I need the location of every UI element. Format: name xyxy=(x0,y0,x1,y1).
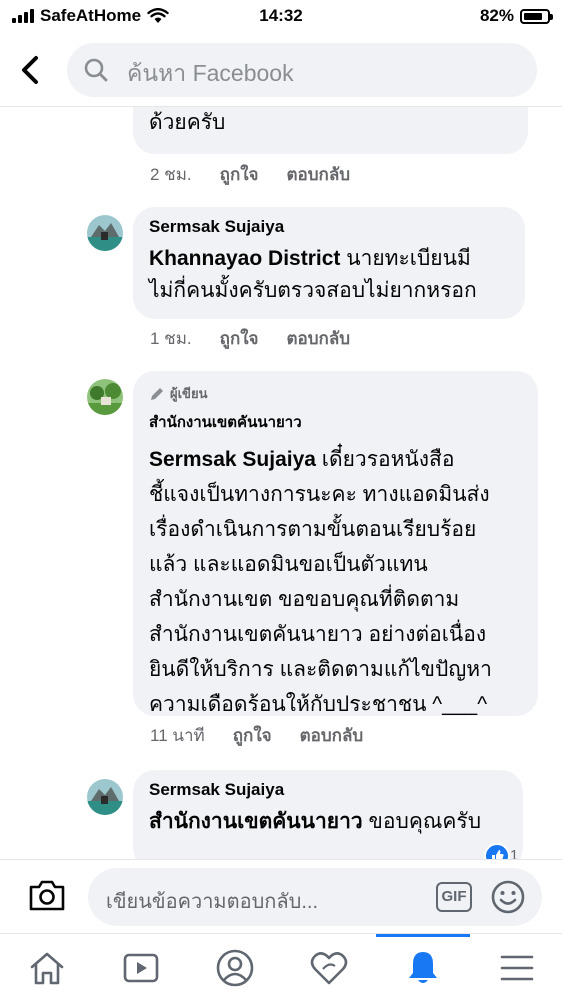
comment-time: 1 ชม. xyxy=(150,329,192,348)
home-icon xyxy=(30,952,64,984)
author-badge: ผู้เขียน xyxy=(149,383,522,404)
avatar[interactable] xyxy=(87,779,123,815)
comment-text: ด้วยครับ xyxy=(149,111,226,134)
reply-composer: เขียนข้อความตอบกลับ... GIF xyxy=(0,859,562,934)
tab-dating[interactable] xyxy=(282,934,376,1001)
menu-icon xyxy=(500,955,534,980)
comment-time: 2 ชม. xyxy=(150,165,192,184)
comment-author[interactable]: Sermsak Sujaiya xyxy=(149,217,509,237)
reply-input[interactable]: เขียนข้อความตอบกลับ... GIF xyxy=(88,868,542,926)
comment-text-line: ความเดือดร้อนให้กับประชาชน ^___^ xyxy=(149,693,488,716)
pencil-icon xyxy=(151,387,163,400)
tab-notifications[interactable] xyxy=(376,934,470,1001)
battery-icon xyxy=(520,8,553,24)
comment-text-line: นายทะเบียนมี xyxy=(340,247,471,270)
search-input[interactable]: ค้นหา Facebook xyxy=(67,43,537,97)
dating-icon xyxy=(310,951,348,984)
camera-button[interactable] xyxy=(28,878,66,917)
reply-button[interactable]: ตอบกลับ xyxy=(287,325,351,352)
comment-text-line: สำนักงานเขตคันนายาว อย่างต่อเนื่อง xyxy=(149,623,487,646)
author-badge-label: ผู้เขียน xyxy=(170,386,208,401)
mention-link[interactable]: Khannayao District xyxy=(149,247,340,270)
comment-actions: 2 ชม. ถูกใจ ตอบกลับ xyxy=(150,161,378,188)
tab-menu[interactable] xyxy=(470,934,562,1001)
reaction-count: 1 xyxy=(510,847,519,859)
profile-icon xyxy=(216,949,254,986)
notifications-icon xyxy=(409,951,437,983)
smiley-icon xyxy=(491,880,525,914)
reply-button[interactable]: ตอบกลับ xyxy=(287,161,351,188)
comment-bubble: Sermsak Sujaiya Khannayao District นายทะ… xyxy=(133,207,525,319)
tab-profile[interactable] xyxy=(188,934,282,1001)
comment-text: Khannayao District นายทะเบียนมี ไม่กี่คน… xyxy=(149,243,509,307)
like-reaction-icon[interactable] xyxy=(484,843,510,859)
comment-text: Sermsak Sujaiya เดี๋ยวรอหนังสือ ชี้แจงเป… xyxy=(149,442,522,722)
top-bar: ค้นหา Facebook xyxy=(0,34,562,107)
reply-placeholder: เขียนข้อความตอบกลับ... xyxy=(106,891,319,913)
tab-watch[interactable] xyxy=(94,934,188,1001)
mention-link[interactable]: Sermsak Sujaiya xyxy=(149,448,316,471)
comment-text: สำนักงานเขตคันนายาว ขอบคุณครับ xyxy=(149,806,507,838)
like-button[interactable]: ถูกใจ xyxy=(233,722,272,749)
comment-bubble: Sermsak Sujaiya สำนักงานเขตคันนายาว ขอบค… xyxy=(133,770,523,859)
search-icon xyxy=(84,58,108,82)
comment-time: 11 นาที xyxy=(150,726,205,745)
comment-author[interactable]: Sermsak Sujaiya xyxy=(149,780,507,800)
camera-icon xyxy=(29,880,65,911)
like-button[interactable]: ถูกใจ xyxy=(220,325,259,352)
back-button[interactable] xyxy=(16,52,46,88)
comment-text-line: แล้ว และแอดมินขอเป็นตัวแทน xyxy=(149,553,428,576)
mention-link[interactable]: สำนักงานเขตคันนายาว xyxy=(149,810,363,833)
comment-text-line: ชี้แจงเป็นทางการนะคะ ทางแอดมินส่ง xyxy=(149,483,490,506)
comment-text-line: ขอบคุณครับ xyxy=(362,810,482,833)
comment-bubble: ผู้เขียน สำนักงานเขตคันนายาว Sermsak Suj… xyxy=(133,371,538,716)
comment-actions: 1 ชม. ถูกใจ ตอบกลับ xyxy=(150,325,378,352)
comment-author[interactable]: สำนักงานเขตคันนายาว xyxy=(149,410,522,434)
chevron-left-icon xyxy=(22,56,38,84)
clock: 14:32 xyxy=(259,6,303,25)
reply-button[interactable]: ตอบกลับ xyxy=(300,722,364,749)
tab-bar xyxy=(0,933,562,1001)
gif-button[interactable]: GIF xyxy=(436,882,472,912)
comment-text-line: สำนักงานเขต ขอขอบคุณที่ติดตาม xyxy=(149,588,460,611)
comment-feed[interactable]: ด้วยครับ 2 ชม. ถูกใจ ตอบกลับ Sermsak Suj… xyxy=(0,107,562,859)
avatar[interactable] xyxy=(87,215,123,251)
status-bar: SafeAtHome 14:32 82% xyxy=(0,0,562,34)
comment-text-line: เรื่องดำเนินการตามขั้นตอนเรียบร้อย xyxy=(149,518,477,541)
search-placeholder: ค้นหา Facebook xyxy=(127,60,294,86)
battery-percent: 82% xyxy=(479,6,514,25)
comment-text-line: ไม่กี่คนมั้งครับตรวจสอบไม่ยากหรอก xyxy=(149,279,477,302)
tab-home[interactable] xyxy=(0,934,94,1001)
emoji-button[interactable] xyxy=(490,879,526,920)
comment-actions: 11 นาที ถูกใจ ตอบกลับ xyxy=(150,722,391,749)
watch-icon xyxy=(123,953,159,982)
comment-bubble: ด้วยครับ xyxy=(133,107,528,154)
like-button[interactable]: ถูกใจ xyxy=(220,161,259,188)
comment-text-line: ยินดีให้บริการ และติดตามแก้ไขปัญหา xyxy=(149,658,492,681)
comment-text-line: เดี๋ยวรอหนังสือ xyxy=(315,448,455,471)
avatar[interactable] xyxy=(87,379,123,415)
